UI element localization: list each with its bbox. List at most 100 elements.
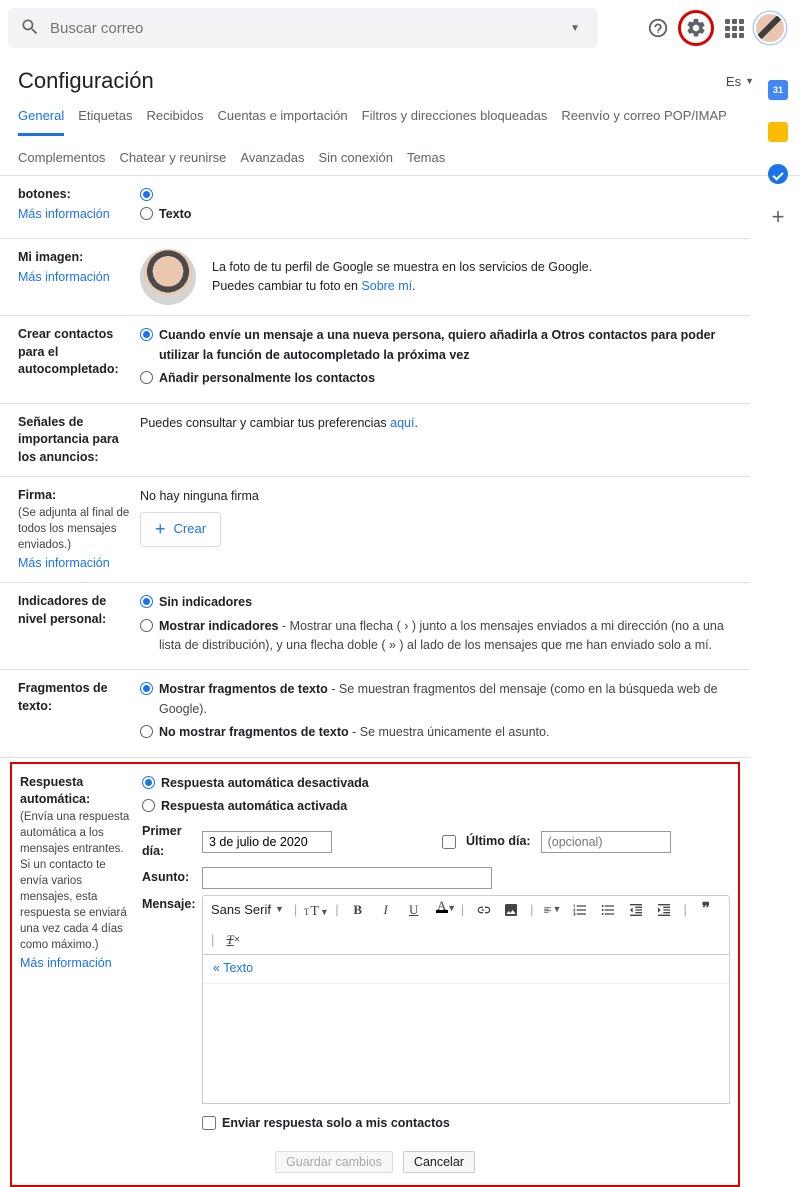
tasks-icon[interactable] — [768, 164, 788, 184]
plain-text-link[interactable]: « Texto — [213, 961, 253, 975]
radio-autoadd[interactable] — [140, 328, 153, 341]
vacation-responder-highlight: Respuesta automática: (Envía una respues… — [10, 762, 740, 1187]
buttons-label: botones: — [18, 187, 71, 201]
add-addon-icon[interactable]: + — [772, 206, 785, 228]
radio-hide-snippets[interactable] — [140, 725, 153, 738]
radio-manual-add[interactable] — [140, 371, 153, 384]
contacts-only-label: Enviar respuesta solo a mis contactos — [222, 1114, 450, 1133]
radio-vacation-off[interactable] — [142, 776, 155, 789]
myimage-desc1: La foto de tu perfil de Google se muestr… — [212, 258, 592, 277]
apps-icon[interactable] — [722, 16, 746, 40]
tab-advanced[interactable]: Avanzadas — [240, 150, 304, 175]
tab-inbox[interactable]: Recibidos — [146, 108, 203, 136]
font-size-icon[interactable]: TT▼ — [307, 901, 325, 919]
tab-chat[interactable]: Chatear y reunirse — [119, 150, 226, 175]
snippets-label: Fragmentos de texto: — [18, 680, 140, 746]
signature-sub: (Se adjunta al final de todos los mensaj… — [18, 505, 130, 553]
importance-here-link[interactable]: aquí — [390, 416, 414, 430]
settings-content: 31 + botones: Más información Texto Mi i… — [0, 176, 800, 1187]
importance-label: Señales de importancia para los anuncios… — [18, 414, 140, 467]
header-icons — [646, 10, 790, 46]
last-day-checkbox[interactable] — [442, 835, 456, 849]
radio-show-snippets[interactable] — [140, 682, 153, 695]
radio-vacation-on[interactable] — [142, 799, 155, 812]
right-side-panel: 31 + — [756, 76, 800, 228]
underline-icon[interactable]: U — [405, 901, 423, 919]
profile-picture — [140, 249, 196, 305]
tab-labels[interactable]: Etiquetas — [78, 108, 132, 136]
tab-accounts[interactable]: Cuentas e importación — [218, 108, 348, 136]
section-button-labels: botones: Más información Texto — [0, 176, 750, 239]
last-day-input[interactable] — [541, 831, 671, 853]
header: ▼ — [0, 0, 800, 56]
bulleted-list-icon[interactable] — [599, 901, 617, 919]
tab-offline[interactable]: Sin conexión — [318, 150, 392, 175]
help-icon[interactable] — [646, 16, 670, 40]
indicators-label: Indicadores de nivel personal: — [18, 593, 140, 659]
page-title: Configuración — [18, 68, 726, 94]
account-avatar[interactable] — [754, 12, 786, 44]
tab-filters[interactable]: Filtros y direcciones bloqueadas — [362, 108, 548, 136]
image-icon[interactable] — [502, 901, 520, 919]
section-snippets: Fragmentos de texto: Mostrar fragmentos … — [0, 670, 750, 757]
tab-themes[interactable]: Temas — [407, 150, 445, 175]
save-row: Guardar cambios Cancelar — [20, 1143, 730, 1177]
search-input[interactable] — [50, 20, 554, 37]
tab-addons[interactable]: Complementos — [18, 150, 105, 175]
subject-input[interactable] — [202, 867, 492, 889]
autocomplete-label: Crear contactos para el autocompletado: — [18, 326, 140, 392]
section-personal-indicators: Indicadores de nivel personal: Sin indic… — [0, 583, 750, 670]
section-vacation: Respuesta automática: (Envía una respues… — [20, 770, 730, 1144]
about-me-link[interactable]: Sobre mí — [361, 279, 412, 293]
remove-format-icon[interactable]: T✕ — [224, 931, 242, 949]
search-icon — [20, 17, 40, 40]
no-signature-text: No hay ninguna firma — [140, 487, 732, 506]
align-icon[interactable]: ▼ — [543, 901, 561, 919]
save-button[interactable]: Guardar cambios — [275, 1151, 393, 1173]
settings-highlight-circle — [678, 10, 714, 46]
section-autocomplete: Crear contactos para el autocompletado: … — [0, 316, 750, 403]
indent-less-icon[interactable] — [627, 901, 645, 919]
font-selector[interactable]: Sans Serif▼ — [211, 900, 284, 920]
gear-icon[interactable] — [684, 16, 708, 40]
radio-icons[interactable] — [140, 188, 153, 201]
radio-no-indicators[interactable] — [140, 595, 153, 608]
radio-text[interactable] — [140, 207, 153, 220]
indent-more-icon[interactable] — [655, 901, 673, 919]
numbered-list-icon[interactable] — [571, 901, 589, 919]
editor-body: « Texto — [202, 955, 730, 1103]
radio-show-indicators[interactable] — [140, 619, 153, 632]
buttons-more-info-link[interactable]: Más información — [18, 206, 130, 224]
contacts-only-checkbox[interactable] — [202, 1116, 216, 1130]
signature-more-info-link[interactable]: Más información — [18, 555, 130, 573]
last-day-label: Último día: — [466, 832, 531, 851]
vacation-more-info-link[interactable]: Más información — [20, 955, 132, 973]
vacation-label: Respuesta automática: — [20, 775, 90, 807]
keep-icon[interactable] — [768, 122, 788, 142]
myimage-label: Mi imagen: — [18, 250, 83, 264]
bold-icon[interactable]: B — [349, 901, 367, 919]
search-bar[interactable]: ▼ — [8, 8, 598, 48]
search-options-dropdown-icon[interactable]: ▼ — [564, 23, 586, 34]
section-importance-signals: Señales de importancia para los anuncios… — [0, 404, 750, 478]
italic-icon[interactable]: I — [377, 901, 395, 919]
section-my-image: Mi imagen: Más información La foto de tu… — [0, 239, 750, 316]
page-title-row: Configuración Es▼ — [0, 56, 800, 98]
editor-toolbar: Sans Serif▼ | TT▼ | B I U A▼ | | — [202, 895, 730, 955]
first-day-input[interactable] — [202, 831, 332, 853]
text-color-icon[interactable]: A▼ — [433, 901, 451, 919]
section-signature: Firma: (Se adjunta al final de todos los… — [0, 477, 750, 583]
plus-icon: + — [155, 520, 166, 538]
signature-label: Firma: — [18, 488, 56, 502]
quote-icon[interactable]: ❞ — [697, 901, 715, 919]
link-icon[interactable] — [474, 901, 492, 919]
myimage-more-info-link[interactable]: Más información — [18, 269, 130, 287]
settings-tabs: General Etiquetas Recibidos Cuentas e im… — [0, 98, 800, 176]
vacation-sub: (Envía una respuesta automática a los me… — [20, 809, 132, 954]
message-editor[interactable] — [203, 983, 729, 1103]
create-signature-button[interactable]: +Crear — [140, 512, 221, 546]
cancel-button[interactable]: Cancelar — [403, 1151, 475, 1173]
tab-general[interactable]: General — [18, 108, 64, 136]
tab-forwarding[interactable]: Reenvío y correo POP/IMAP — [561, 108, 726, 136]
calendar-icon[interactable]: 31 — [768, 80, 788, 100]
